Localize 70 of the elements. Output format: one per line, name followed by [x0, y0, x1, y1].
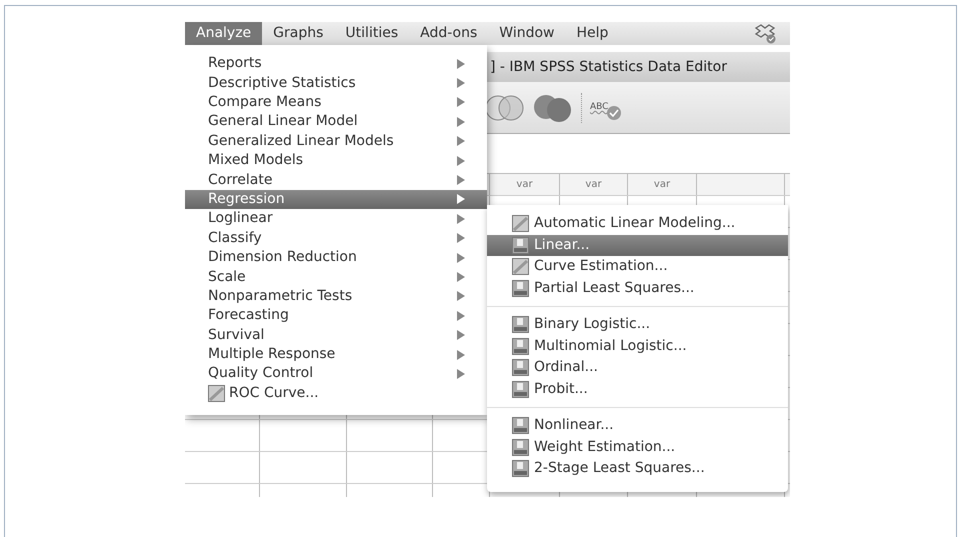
menu-bar-item[interactable]: Analyze	[185, 22, 262, 45]
menu-item[interactable]: Linear...	[487, 234, 788, 256]
submenu-arrow-icon	[457, 233, 465, 244]
menu-item[interactable]: Loglinear	[185, 209, 487, 229]
submenu-arrow-icon	[457, 330, 465, 340]
column-header: var	[628, 174, 697, 195]
menu-item[interactable]: Probit...	[487, 378, 788, 400]
venn-icon	[485, 92, 525, 122]
menu-item[interactable]: Forecasting	[185, 306, 487, 326]
menu-item[interactable]: Nonparametric Tests	[185, 286, 487, 306]
menu-item[interactable]: Weight Estimation...	[487, 436, 788, 458]
submenu-arrow-icon	[457, 368, 465, 379]
menu-item[interactable]: Quality Control	[185, 364, 487, 384]
submenu-arrow-icon	[457, 136, 465, 146]
menu-item[interactable]: Nonlinear...	[487, 415, 788, 436]
menu-item[interactable]: Multiple Response	[185, 344, 487, 364]
menu-item[interactable]: Correlate	[185, 170, 487, 190]
submenu-arrow-icon	[457, 97, 465, 108]
column-header: var	[490, 174, 560, 195]
column-header: var	[560, 174, 628, 195]
menu-bar-item[interactable]: Graphs	[262, 22, 334, 45]
procedure-icon	[512, 460, 529, 478]
menu-item[interactable]: Regression	[185, 190, 487, 210]
menu-item[interactable]: Mixed Models	[185, 150, 487, 170]
procedure-icon	[512, 338, 529, 355]
procedure-icon	[512, 380, 529, 398]
circles-icon	[533, 92, 573, 122]
procedure-icon	[512, 438, 529, 456]
submenu-arrow-icon	[457, 310, 465, 321]
submenu-arrow-icon	[457, 156, 465, 166]
menu-item[interactable]: Reports	[185, 54, 487, 74]
submenu-arrow-icon	[457, 175, 465, 186]
submenu-arrow-icon	[457, 58, 465, 69]
procedure-icon	[512, 280, 529, 297]
menu-item[interactable]: Multinomial Logistic...	[487, 336, 788, 357]
menu-item[interactable]: General Linear Model	[185, 112, 487, 132]
menu-item[interactable]: 2-Stage Least Squares...	[487, 458, 788, 480]
chart-icon	[512, 258, 529, 276]
menu-item[interactable]: Automatic Linear Modeling...	[487, 213, 788, 234]
menu-item[interactable]: Curve Estimation...	[487, 256, 788, 278]
menu-bar-item[interactable]: Help	[565, 22, 620, 45]
submenu-arrow-icon	[457, 116, 465, 127]
procedure-icon	[512, 359, 529, 376]
procedure-icon	[512, 316, 529, 334]
menu-item[interactable]: Compare Means	[185, 92, 487, 112]
submenu-arrow-icon	[457, 214, 465, 224]
submenu-arrow-icon	[457, 291, 465, 302]
submenu-arrow-icon	[457, 252, 465, 263]
submenu-arrow-icon	[457, 272, 465, 282]
check-icon	[606, 104, 622, 120]
menu-item[interactable]: Generalized Linear Models	[185, 132, 487, 151]
spell-check-label[interactable]: ABC	[590, 100, 608, 114]
menu-item[interactable]: Survival	[185, 325, 487, 345]
menu-item[interactable]: Binary Logistic...	[487, 314, 788, 336]
menu-item[interactable]: Scale	[185, 267, 487, 287]
chart-icon	[512, 215, 529, 232]
procedure-icon	[512, 417, 529, 434]
submenu-arrow-icon	[457, 78, 465, 88]
menu-bar-item[interactable]: Utilities	[334, 22, 410, 45]
menu-item[interactable]: Dimension Reduction	[185, 248, 487, 268]
menu-item[interactable]: Partial Least Squares...	[487, 278, 788, 299]
menu-item[interactable]: Classify	[185, 228, 487, 248]
menu-bar-item[interactable]: Add-ons	[409, 22, 488, 45]
menu-item[interactable]: Ordinal...	[487, 357, 788, 378]
menu-bar-item[interactable]: Window	[488, 22, 566, 45]
procedure-icon	[512, 236, 529, 254]
submenu-arrow-icon	[457, 350, 465, 360]
chart-icon	[208, 384, 225, 402]
submenu-arrow-icon	[457, 194, 465, 204]
menu-item[interactable]: ROC Curve...	[185, 384, 487, 404]
